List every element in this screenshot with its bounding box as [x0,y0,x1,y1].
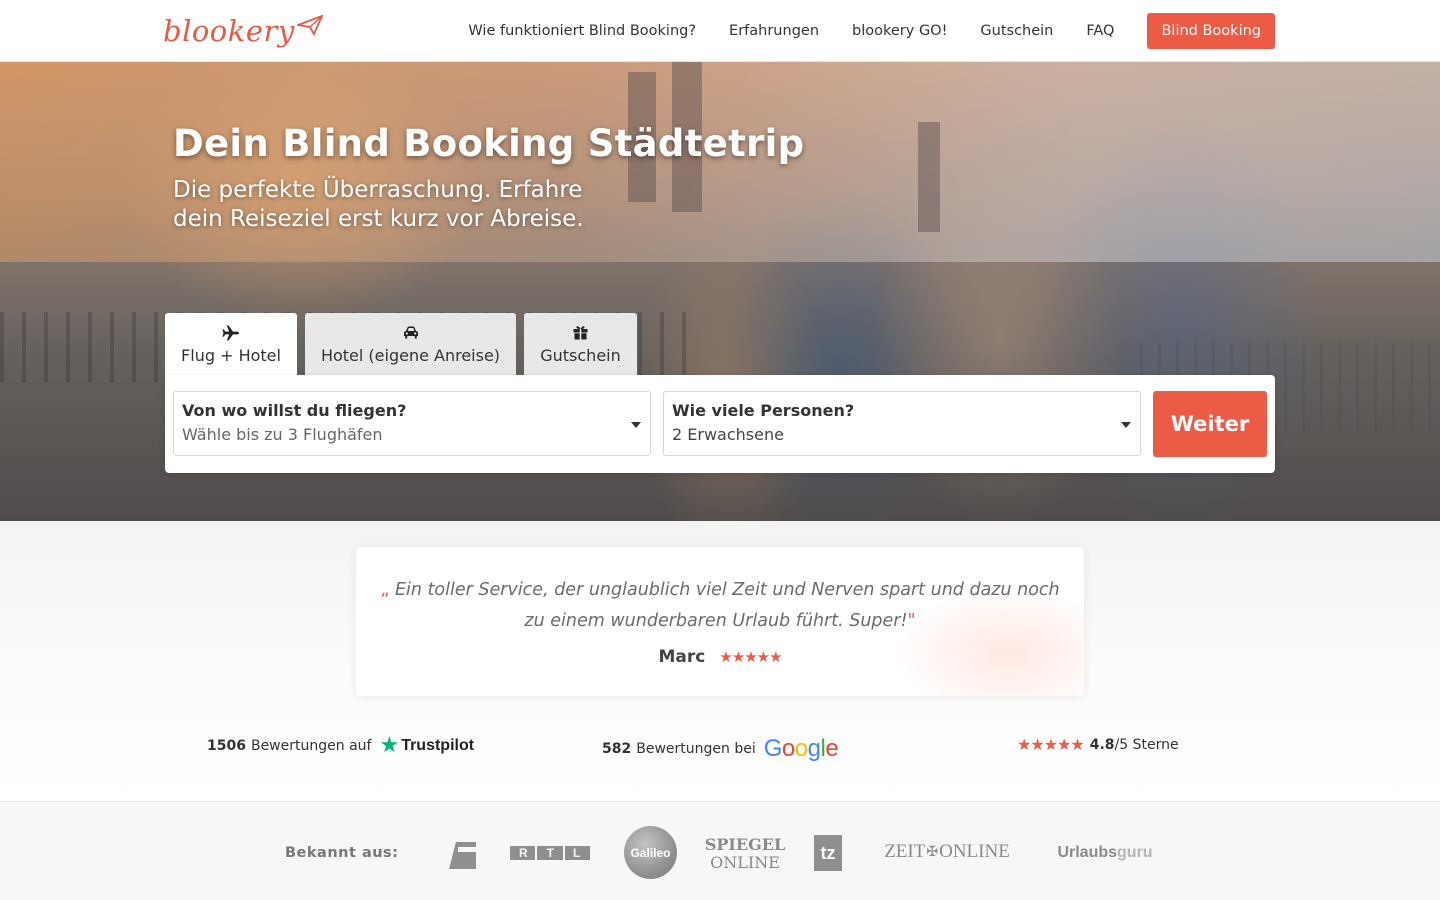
google-count: 582 [602,741,632,757]
press-label: Bekannt aus: [285,845,399,861]
nav-links: Wie funktioniert Blind Booking? Erfahrun… [468,13,1275,49]
testimonial-author: Marc [658,647,706,667]
zeit-online-logo: ZEIT ✠ ONLINE [876,840,1018,864]
spiegel-online-logo: SPIEGEL ONLINE [705,834,785,874]
galileo-logo: Galileo [624,826,677,879]
google-rating[interactable]: 582 Bewertungen bei Google [602,735,839,763]
persons-value: 2 Erwachsene [672,425,784,444]
tab-voucher[interactable]: Gutschein [524,313,637,375]
zeit-online-text: ONLINE [939,841,1010,862]
logo-text: blookery [163,14,295,48]
hero-subtitle: Die perfekte Überraschung. Erfahre dein … [173,177,584,232]
testimonial-text-block: „ Ein toller Service, der unglaublich vi… [375,575,1065,637]
spiegel-logo-text: SPIEGEL [704,835,786,854]
tab-label: Gutschein [540,345,621,365]
tab-flight-hotel[interactable]: Flug + Hotel [165,313,297,375]
urlaubsguru-logo-text: Urlaubs [1057,844,1118,861]
trustpilot-text: Bewertungen auf [250,738,372,754]
departure-airport-label: Von wo willst du fliegen? [182,401,407,420]
plane-icon [222,324,240,342]
overall-rating: ★★★★★ 4.8 /5 Sterne [1017,735,1179,754]
google-logo: Google [763,735,839,762]
urlaubsguru-logo-suffix: guru [1117,844,1153,861]
rtl-logo: RTL [510,846,590,860]
spiegel-online-text: ONLINE [710,853,780,872]
caret-down-icon [1121,422,1131,428]
prosieben-logo [444,837,476,869]
eagle-icon: ✠ [926,844,939,860]
tab-label: Hotel (eigene Anreise) [320,345,501,365]
paper-plane-icon [294,14,324,40]
open-quote-mark: „ [380,580,390,600]
overall-score: 4.8 [1089,736,1115,753]
nav-link-voucher[interactable]: Gutschein [980,23,1053,39]
close-quote-mark: " [907,611,916,631]
nav-link-how-it-works[interactable]: Wie funktioniert Blind Booking? [468,23,696,39]
testimonial-text: Ein toller Service, der unglaublich viel… [395,580,1060,631]
blookery-logo[interactable]: blookery [163,14,324,48]
galileo-logo-text: Galileo [630,845,671,860]
rtl-logo-text: RTL [519,846,600,860]
gift-icon [573,324,588,342]
persons-select[interactable]: Wie viele Personen? 2 Erwachsene [663,391,1141,456]
trustpilot-rating[interactable]: 1506 Bewertungen auf ★ Trustpilot [207,735,474,757]
departure-airport-placeholder: Wähle bis zu 3 Flughäfen [182,425,383,444]
urlaubsguru-logo: Urlaubs guru [1052,840,1158,866]
trustpilot-logo: ★ Trustpilot [379,735,474,757]
press-logos-bar: Bekannt aus: RTL Galileo SPIEGEL ONLINE … [0,801,1440,900]
testimonial-author-row: Marc ★★★★★ [356,647,1084,667]
departure-airport-select[interactable]: Von wo willst du fliegen? Wähle bis zu 3… [173,391,651,456]
booking-tabs: Flug + Hotel Hotel (eigene Anreise) Guts… [165,313,645,375]
continue-button[interactable]: Weiter [1153,391,1267,457]
blind-booking-button[interactable]: Blind Booking [1147,13,1275,49]
overall-stars: ★★★★★ [1017,735,1085,754]
tab-hotel-own-travel[interactable]: Hotel (eigene Anreise) [305,313,516,375]
testimonial-stars: ★★★★★ [719,648,782,666]
booking-search-box: Von wo willst du fliegen? Wähle bis zu 3… [165,375,1275,473]
nav-link-faq[interactable]: FAQ [1086,23,1114,39]
overall-suffix: /5 Sterne [1114,736,1179,753]
hero-title: Dein Blind Booking Städtetrip [173,122,805,165]
nav-link-blookery-go[interactable]: blookery GO! [852,23,947,39]
nav-link-experiences[interactable]: Erfahrungen [729,23,819,39]
zeit-logo-text: ZEIT [884,841,926,862]
caret-down-icon [631,422,641,428]
trustpilot-logo-text: Trustpilot [401,737,475,754]
car-icon [403,324,419,342]
testimonial-card: „ Ein toller Service, der unglaublich vi… [356,547,1084,696]
google-text: Bewertungen bei [636,741,756,757]
persons-label: Wie viele Personen? [672,401,855,420]
trustpilot-count: 1506 [207,738,246,754]
tz-logo: tz [814,835,842,871]
top-navbar: blookery Wie funktioniert Blind Booking?… [0,0,1440,62]
tab-label: Flug + Hotel [181,345,281,365]
trustpilot-star-icon: ★ [379,733,400,758]
tz-logo-text: tz [820,842,836,863]
